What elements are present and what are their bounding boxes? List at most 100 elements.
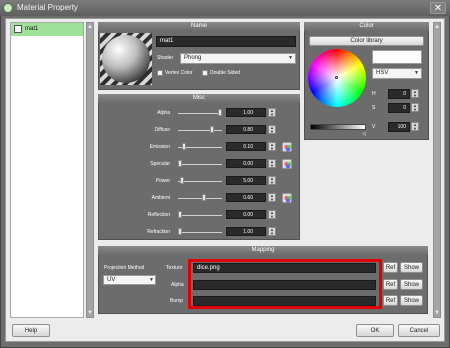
shader-value: Phong xyxy=(184,55,202,61)
refraction-value-input[interactable]: 1.00 xyxy=(226,227,266,236)
vertex-color-checkbox[interactable] xyxy=(157,70,163,76)
v-input[interactable]: 100 xyxy=(388,122,410,132)
value-gradient-bar[interactable] xyxy=(310,124,366,130)
diffuse-label: Diffuse xyxy=(154,127,170,133)
power-value-input[interactable]: 5.00 xyxy=(226,176,266,185)
alpha-show-button[interactable]: Show xyxy=(400,279,423,290)
power-slider-track[interactable] xyxy=(178,181,222,182)
s-input[interactable]: 0 xyxy=(388,103,410,113)
power-label: Power xyxy=(155,178,170,184)
color-mode-value: HSV xyxy=(376,70,389,76)
chevron-down-icon: ▼ xyxy=(288,55,293,61)
ambient-spinner[interactable]: ▲ ▼ xyxy=(268,193,276,202)
refraction-spinner[interactable]: ▲ ▼ xyxy=(268,227,276,236)
alpha-map-input[interactable] xyxy=(193,280,376,290)
shader-label: Shader xyxy=(157,55,174,61)
color-picker-marker[interactable] xyxy=(335,76,338,79)
reflection-value-input[interactable]: 0.00 xyxy=(226,210,266,219)
texture-label: Texture xyxy=(166,265,183,271)
v-spinner[interactable]: ▲ ▼ xyxy=(411,122,419,131)
emission-slider-thumb[interactable] xyxy=(182,143,186,150)
bump-show-button[interactable]: Show xyxy=(400,295,423,306)
reflection-slider-thumb[interactable] xyxy=(178,211,182,218)
cancel-button[interactable]: Cancel xyxy=(398,324,440,337)
scroll-down-icon[interactable]: ▼ xyxy=(87,310,93,316)
scroll-down-icon[interactable]: ▼ xyxy=(434,310,440,316)
alpha-map-label: Alpha xyxy=(171,282,184,288)
ambient-slider-thumb[interactable] xyxy=(202,194,206,201)
refraction-slider-track[interactable] xyxy=(178,232,222,233)
h-spinner[interactable]: ▲ ▼ xyxy=(411,89,419,98)
emission-texture-icon[interactable] xyxy=(282,142,292,152)
misc-panel-header: Misc xyxy=(98,94,300,103)
ambient-label: Ambient xyxy=(151,195,170,201)
color-library-button[interactable]: Color library xyxy=(309,36,424,46)
texture-show-button[interactable]: Show xyxy=(400,262,423,273)
bump-map-label: Bump xyxy=(170,298,184,304)
diffuse-value-input[interactable]: 0.80 xyxy=(226,125,266,134)
material-preview xyxy=(100,33,152,85)
scroll-up-icon[interactable]: ▲ xyxy=(434,24,440,30)
mapping-panel-header: Mapping xyxy=(98,246,428,255)
diffuse-slider-thumb[interactable] xyxy=(210,126,214,133)
projection-method-label: Projection Method xyxy=(104,265,145,271)
alpha-value-input[interactable]: 1.00 xyxy=(226,108,266,117)
s-label: S xyxy=(372,105,376,111)
reflection-spinner[interactable]: ▲ ▼ xyxy=(268,210,276,219)
s-spinner[interactable]: ▲ ▼ xyxy=(411,103,419,112)
main-scrollbar[interactable] xyxy=(433,22,441,318)
help-button[interactable]: Help xyxy=(12,324,50,337)
list-scrollbar[interactable] xyxy=(86,22,94,318)
alpha-label: Alpha xyxy=(157,110,170,116)
refraction-slider-thumb[interactable] xyxy=(178,228,182,235)
chevron-down-icon: ▼ xyxy=(149,277,154,283)
color-panel-header: Color xyxy=(304,22,429,31)
close-button[interactable]: ✕ xyxy=(430,2,446,14)
name-panel-header: Name xyxy=(98,22,300,31)
specular-texture-icon[interactable] xyxy=(282,159,292,169)
emission-spinner[interactable]: ▲ ▼ xyxy=(268,142,276,151)
list-item-label: mat1 xyxy=(25,26,39,32)
material-name-input[interactable]: mat1 xyxy=(156,36,296,47)
emission-value-input[interactable]: 0.10 xyxy=(226,142,266,151)
ok-button[interactable]: OK xyxy=(356,324,394,337)
alpha-ref-button[interactable]: Ref xyxy=(383,279,398,290)
chevron-down-icon: ▼ xyxy=(414,70,419,76)
alpha-slider-thumb[interactable] xyxy=(218,109,222,116)
texture-input[interactable]: dice.png xyxy=(193,263,376,273)
value-slider-handle-icon[interactable]: ◁ xyxy=(362,131,366,137)
specular-slider-track[interactable] xyxy=(178,164,222,165)
specular-value-input[interactable]: 0.00 xyxy=(226,159,266,168)
texture-ref-button[interactable]: Ref xyxy=(383,262,398,273)
app-icon xyxy=(3,3,13,13)
alpha-slider-track[interactable] xyxy=(178,113,222,114)
double-sided-checkbox[interactable] xyxy=(202,70,208,76)
ambient-texture-icon[interactable] xyxy=(282,193,292,203)
reflection-slider-track[interactable] xyxy=(178,215,222,216)
h-input[interactable]: 0 xyxy=(388,89,410,99)
material-swatch xyxy=(14,25,22,33)
bump-ref-button[interactable]: Ref xyxy=(383,295,398,306)
bump-map-input[interactable] xyxy=(193,296,376,306)
color-swatch xyxy=(372,50,422,64)
specular-slider-thumb[interactable] xyxy=(178,160,182,167)
ambient-slider-track[interactable] xyxy=(178,198,222,199)
specular-label: Specular xyxy=(150,161,170,167)
reflection-label: Reflection xyxy=(147,212,170,218)
shader-select[interactable]: Phong xyxy=(180,53,296,64)
specular-spinner[interactable]: ▲ ▼ xyxy=(268,159,276,168)
projection-value: UV xyxy=(107,277,116,283)
scroll-up-icon[interactable]: ▲ xyxy=(87,24,93,30)
alpha-spinner[interactable]: ▲ ▼ xyxy=(268,108,276,117)
material-list[interactable] xyxy=(10,22,84,318)
v-label: V xyxy=(372,124,376,130)
diffuse-spinner[interactable]: ▲ ▼ xyxy=(268,125,276,134)
power-spinner[interactable]: ▲ ▼ xyxy=(268,176,276,185)
power-slider-thumb[interactable] xyxy=(180,177,184,184)
h-label: H xyxy=(372,91,376,97)
refraction-label: Refraction xyxy=(147,229,170,235)
double-sided-label: Double Sided xyxy=(210,70,241,76)
window-title: Material Property xyxy=(17,3,78,12)
ambient-value-input[interactable]: 0.60 xyxy=(226,193,266,202)
diffuse-slider-track[interactable] xyxy=(178,130,222,131)
